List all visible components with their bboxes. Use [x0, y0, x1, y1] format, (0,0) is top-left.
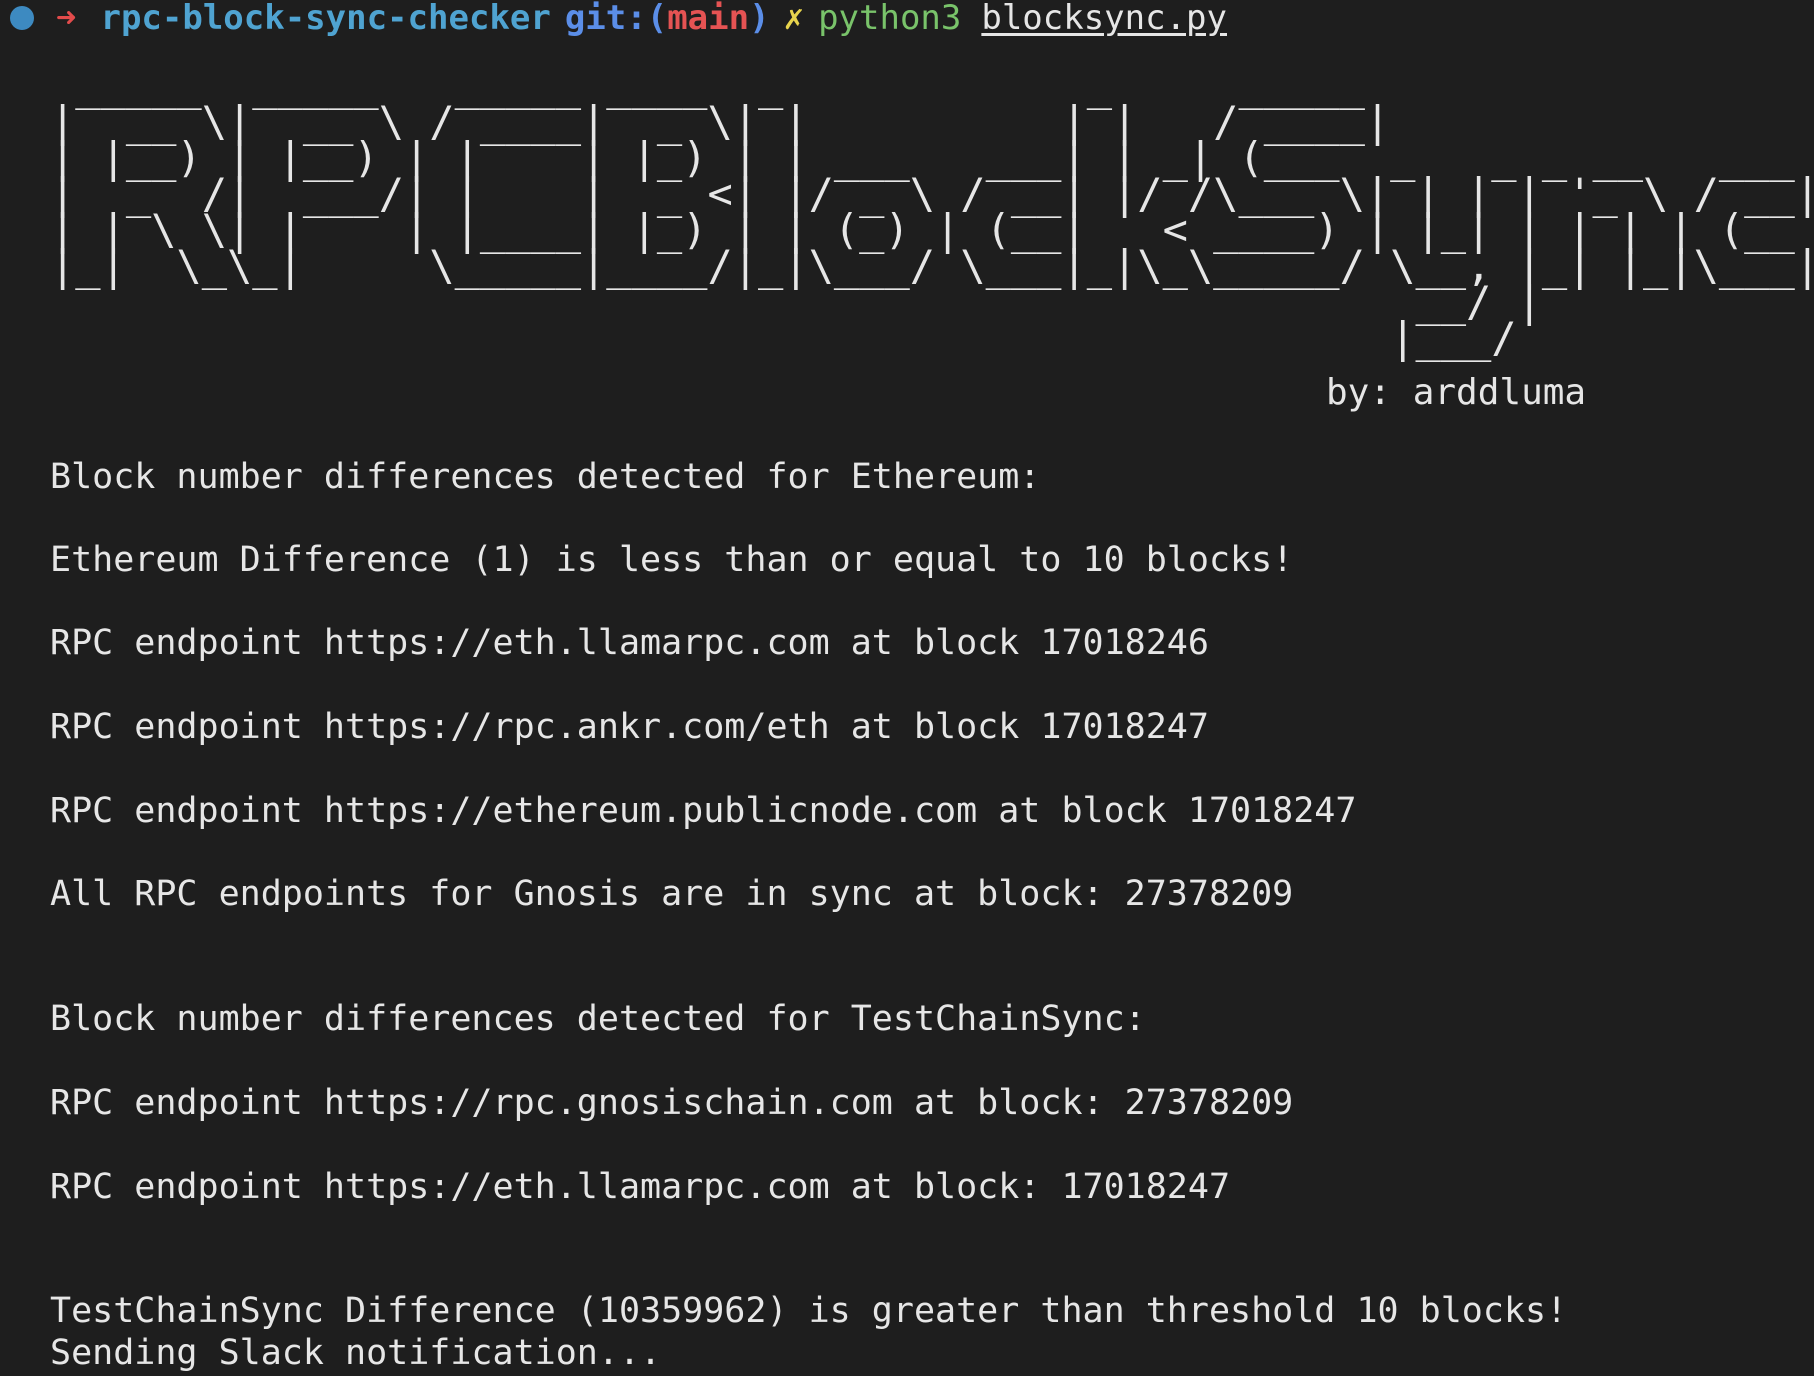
prompt-branch: main — [667, 0, 750, 38]
prompt-command: python3 — [818, 0, 962, 38]
output-line: RPC endpoint https://eth.llamarpc.com at… — [50, 623, 1209, 663]
output-line: RPC endpoint https://rpc.ankr.com/eth at… — [50, 707, 1209, 747]
output-line: Ethereum Difference (1) is less than or … — [50, 540, 1294, 580]
output-line: TestChainSync Difference (10359962) is g… — [50, 1291, 1568, 1331]
banner-byline: by: arddluma — [1326, 372, 1587, 413]
output-line: Sending Slack notification... — [50, 1333, 662, 1373]
ascii-banner: _____ _____ _____ ____ _ _ _____ | __ \|… — [50, 61, 1814, 362]
prompt-branch-close: ) — [749, 0, 770, 38]
output-line: All RPC endpoints for Gnosis are in sync… — [50, 874, 1294, 914]
prompt-git-label: git: — [564, 0, 647, 38]
output-line: Block number differences detected for Et… — [50, 457, 1041, 497]
prompt-arrow-icon: ➜ — [56, 0, 77, 38]
prompt-branch-open: ( — [646, 0, 668, 38]
prompt-directory: rpc-block-sync-checker — [100, 0, 551, 38]
status-dot-icon — [10, 6, 34, 30]
prompt-argument[interactable]: blocksync.py — [981, 0, 1227, 38]
output-line: RPC endpoint https://ethereum.publicnode… — [50, 791, 1357, 831]
terminal-window[interactable]: ➜ rpc-block-sync-checker git:(main) ✗ py… — [0, 0, 1814, 1376]
output-line: Block number differences detected for Te… — [50, 999, 1146, 1039]
output-line: RPC endpoint https://eth.llamarpc.com at… — [50, 1167, 1231, 1207]
output-line: RPC endpoint https://rpc.gnosischain.com… — [50, 1083, 1294, 1123]
shell-prompt: ➜ rpc-block-sync-checker git:(main) ✗ py… — [10, 0, 1227, 38]
prompt-dirty-icon: ✗ — [783, 0, 805, 38]
